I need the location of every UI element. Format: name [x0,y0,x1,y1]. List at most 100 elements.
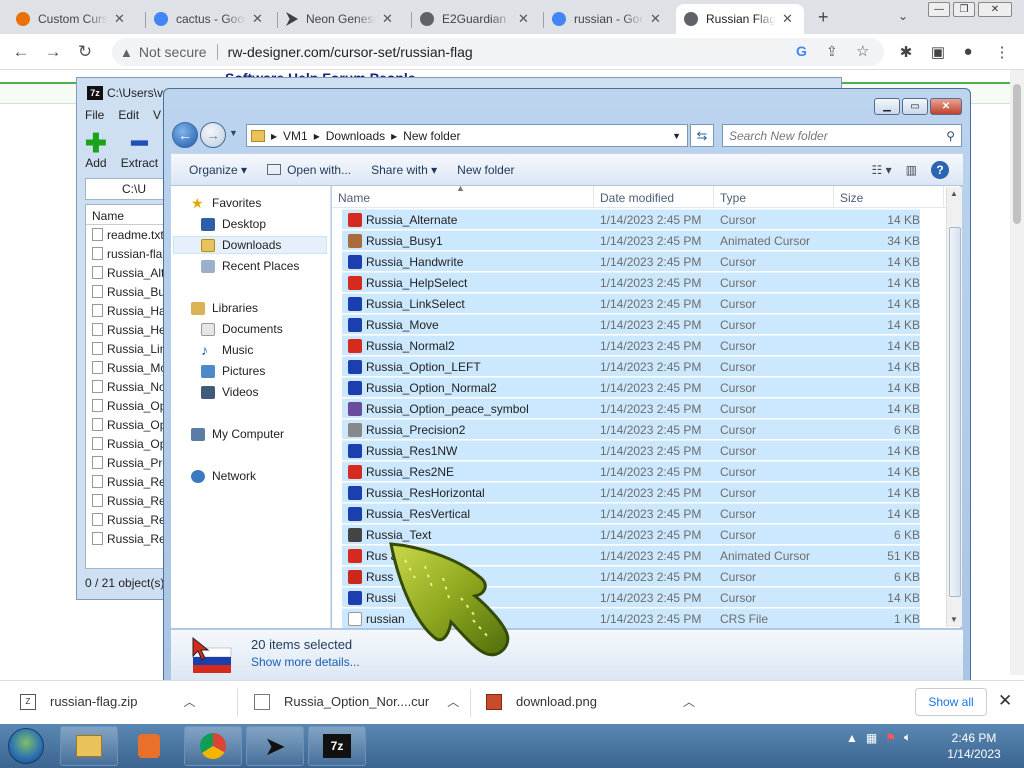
file-row[interactable]: Russia_LinkSelect 1/14/2023 2:45 PM Cursor… [342,293,920,313]
tray-expand-icon[interactable]: ▲ [846,731,858,745]
share-icon[interactable]: ⇪ [826,43,838,60]
file-row[interactable]: Russia_ResHorizontal 1/14/2023 2:45 PM Cur… [342,482,920,502]
file-row[interactable]: Russia_Res2NE 1/14/2023 2:45 PM Cursor 14 K… [342,461,920,481]
download-item[interactable]: Russia_Option_Nor....cur ︿ [254,693,459,710]
archive-list-item[interactable]: russian-fla [86,244,164,263]
maximize-button[interactable]: ▭ [902,98,928,115]
recent-pages-chevron-icon[interactable]: ▼ [229,128,238,138]
file-row[interactable]: Russia_Busy1 1/14/2023 2:45 PM Animated Cu… [342,230,920,250]
file-list-scrollbar[interactable]: ▲ ▼ [946,187,962,627]
breadcrumb-new-folder[interactable]: New folder [403,129,460,143]
volume-icon[interactable]: 🔈︎ [904,730,911,745]
start-button[interactable] [8,728,44,764]
forward-button[interactable]: → [200,122,226,148]
tab-russian-flag[interactable]: Russian Flag ✕ [676,4,804,34]
close-icon[interactable]: ✕ [114,11,125,27]
url-text[interactable]: rw-designer.com/cursor-set/russian-flag [228,44,473,60]
file-row[interactable]: Russia_Res1NW 1/14/2023 2:45 PM Cursor 14 K… [342,440,920,460]
network-tray-icon[interactable]: ▦ [866,731,877,745]
file-row[interactable]: Russia_Alternate 1/14/2023 2:45 PM Cursor 1… [342,209,920,229]
minimize-button[interactable]: ▁ [874,98,900,115]
preview-pane-icon[interactable]: ▥ [906,163,917,177]
page-scrollbar[interactable] [1010,70,1024,675]
profile-icon[interactable]: ● [958,43,978,60]
chevron-down-icon[interactable]: ⌄ [898,9,908,23]
nav-music[interactable]: ♪ Music [201,343,253,358]
archive-list-item[interactable]: Russia_Har [86,301,164,320]
back-arrow-icon[interactable]: ← [10,42,32,62]
help-icon[interactable]: ? [931,160,949,179]
close-icon[interactable]: ✕ [382,11,393,27]
close-icon[interactable]: ✕ [782,11,793,27]
google-lens-icon[interactable]: G [796,43,807,59]
extract-button[interactable]: ━ Extract [121,130,158,170]
show-all-button[interactable]: Show all [915,688,987,716]
column-size[interactable]: Size [834,186,944,208]
close-window-button[interactable]: ✕ [978,2,1012,17]
breadcrumb[interactable]: ▸ VM1 ▸ Downloads ▸ New folder ▼ [246,124,688,147]
action-center-icon[interactable]: ⚑ [885,731,896,745]
nav-my-computer[interactable]: My Computer [191,427,284,441]
menu-file[interactable]: File [85,108,104,122]
organize-button[interactable]: Organize ▾ [189,163,247,177]
close-icon[interactable]: ✕ [650,11,661,27]
nav-videos[interactable]: Videos [201,385,258,399]
column-type[interactable]: Type [714,186,834,208]
reload-icon[interactable]: ↻ [74,42,96,62]
close-icon[interactable]: ✕ [998,691,1012,711]
close-icon[interactable]: ✕ [252,11,263,27]
archive-list-item[interactable]: Russia_Mo [86,358,164,377]
archive-list-item[interactable]: Russia_Nor [86,377,164,396]
file-row[interactable]: Russia_Precision2 1/14/2023 2:45 PM Cursor… [342,419,920,439]
share-with-button[interactable]: Share with ▾ [371,163,437,177]
explorer-window[interactable]: ▁ ▭ ✕ ← → ▼ ▸ VM1 ▸ Downloads ▸ New fold… [163,88,971,688]
search-input[interactable]: Search New folder ⚲ [722,124,962,147]
taskbar-7zip[interactable]: 7z [308,726,366,766]
archive-list-item[interactable]: Russia_Link [86,339,164,358]
menu-edit[interactable]: Edit [118,108,139,122]
nav-favorites[interactable]: ★ Favorites [191,196,261,211]
taskbar-explorer[interactable] [60,726,118,766]
archive-list-item[interactable]: readme.txt [86,225,164,244]
taskbar-cursor-editor[interactable]: ➤ [246,726,304,766]
archive-list-item[interactable]: Russia_Bus [86,282,164,301]
close-icon[interactable]: ✕ [518,11,529,27]
chevron-up-icon[interactable]: ︿ [183,693,195,710]
scroll-thumb[interactable] [949,227,961,597]
chevron-up-icon[interactable]: ︿ [447,693,459,710]
extensions-icon[interactable]: ✱ [896,43,916,61]
7zip-path-field[interactable]: C:\U [85,178,165,200]
archive-list-item[interactable]: Russia_Opt [86,415,164,434]
download-item[interactable]: download.png ︿ [486,693,695,710]
back-button[interactable]: ← [172,122,198,148]
tab-russian[interactable]: russian - Google ✕ [544,4,674,34]
nav-documents[interactable]: Documents [201,322,283,336]
clock[interactable]: 2:46 PM 1/14/2023 [942,730,1006,762]
menu-view[interactable]: V [153,108,161,122]
chevron-up-icon[interactable]: ︿ [683,693,695,710]
star-icon[interactable]: ☆ [856,42,869,60]
menu-kebab-icon[interactable]: ⋮ [992,43,1012,61]
file-row[interactable]: Russia_Normal2 1/14/2023 2:45 PM Cursor 14 … [342,335,920,355]
file-row[interactable]: Russia_Option_peace_symbol 1/14/2023 2:45… [342,398,920,418]
taskbar-media-player[interactable] [120,726,178,766]
file-row[interactable]: Russia_Handwrite 1/14/2023 2:45 PM Cursor 1… [342,251,920,271]
nav-downloads[interactable]: Downloads [173,236,327,254]
file-row[interactable]: Russia_ResVertical 1/14/2023 2:45 PM Curso… [342,503,920,523]
new-folder-button[interactable]: New folder [457,163,514,177]
view-options-icon[interactable]: ☷ ▾ [872,163,892,177]
file-row[interactable]: Russia_HelpSelect 1/14/2023 2:45 PM Cursor… [342,272,920,292]
address-bar[interactable]: ▲ Not secure rw-designer.com/cursor-set/… [112,38,884,66]
refresh-icon[interactable]: ⇆ [690,124,714,147]
show-more-details-link[interactable]: Show more details... [251,655,360,669]
breadcrumb-downloads[interactable]: Downloads [326,129,385,143]
file-row[interactable]: Russia_Move 1/14/2023 2:45 PM Cursor 14 KB [342,314,920,334]
archive-list-item[interactable]: Russia_Hel [86,320,164,339]
archive-list-item[interactable]: Russia_Res [86,529,164,548]
add-button[interactable]: ✚ Add [85,130,107,170]
nav-desktop[interactable]: Desktop [201,217,266,231]
restore-button[interactable]: ❐ [953,2,975,17]
file-row[interactable]: Russia_Option_Normal2 1/14/2023 2:45 PM Cu… [342,377,920,397]
tab-custom-cursors[interactable]: Custom Cursors ✕ [8,4,144,34]
tab-cactus[interactable]: cactus - Google ✕ [146,4,276,34]
